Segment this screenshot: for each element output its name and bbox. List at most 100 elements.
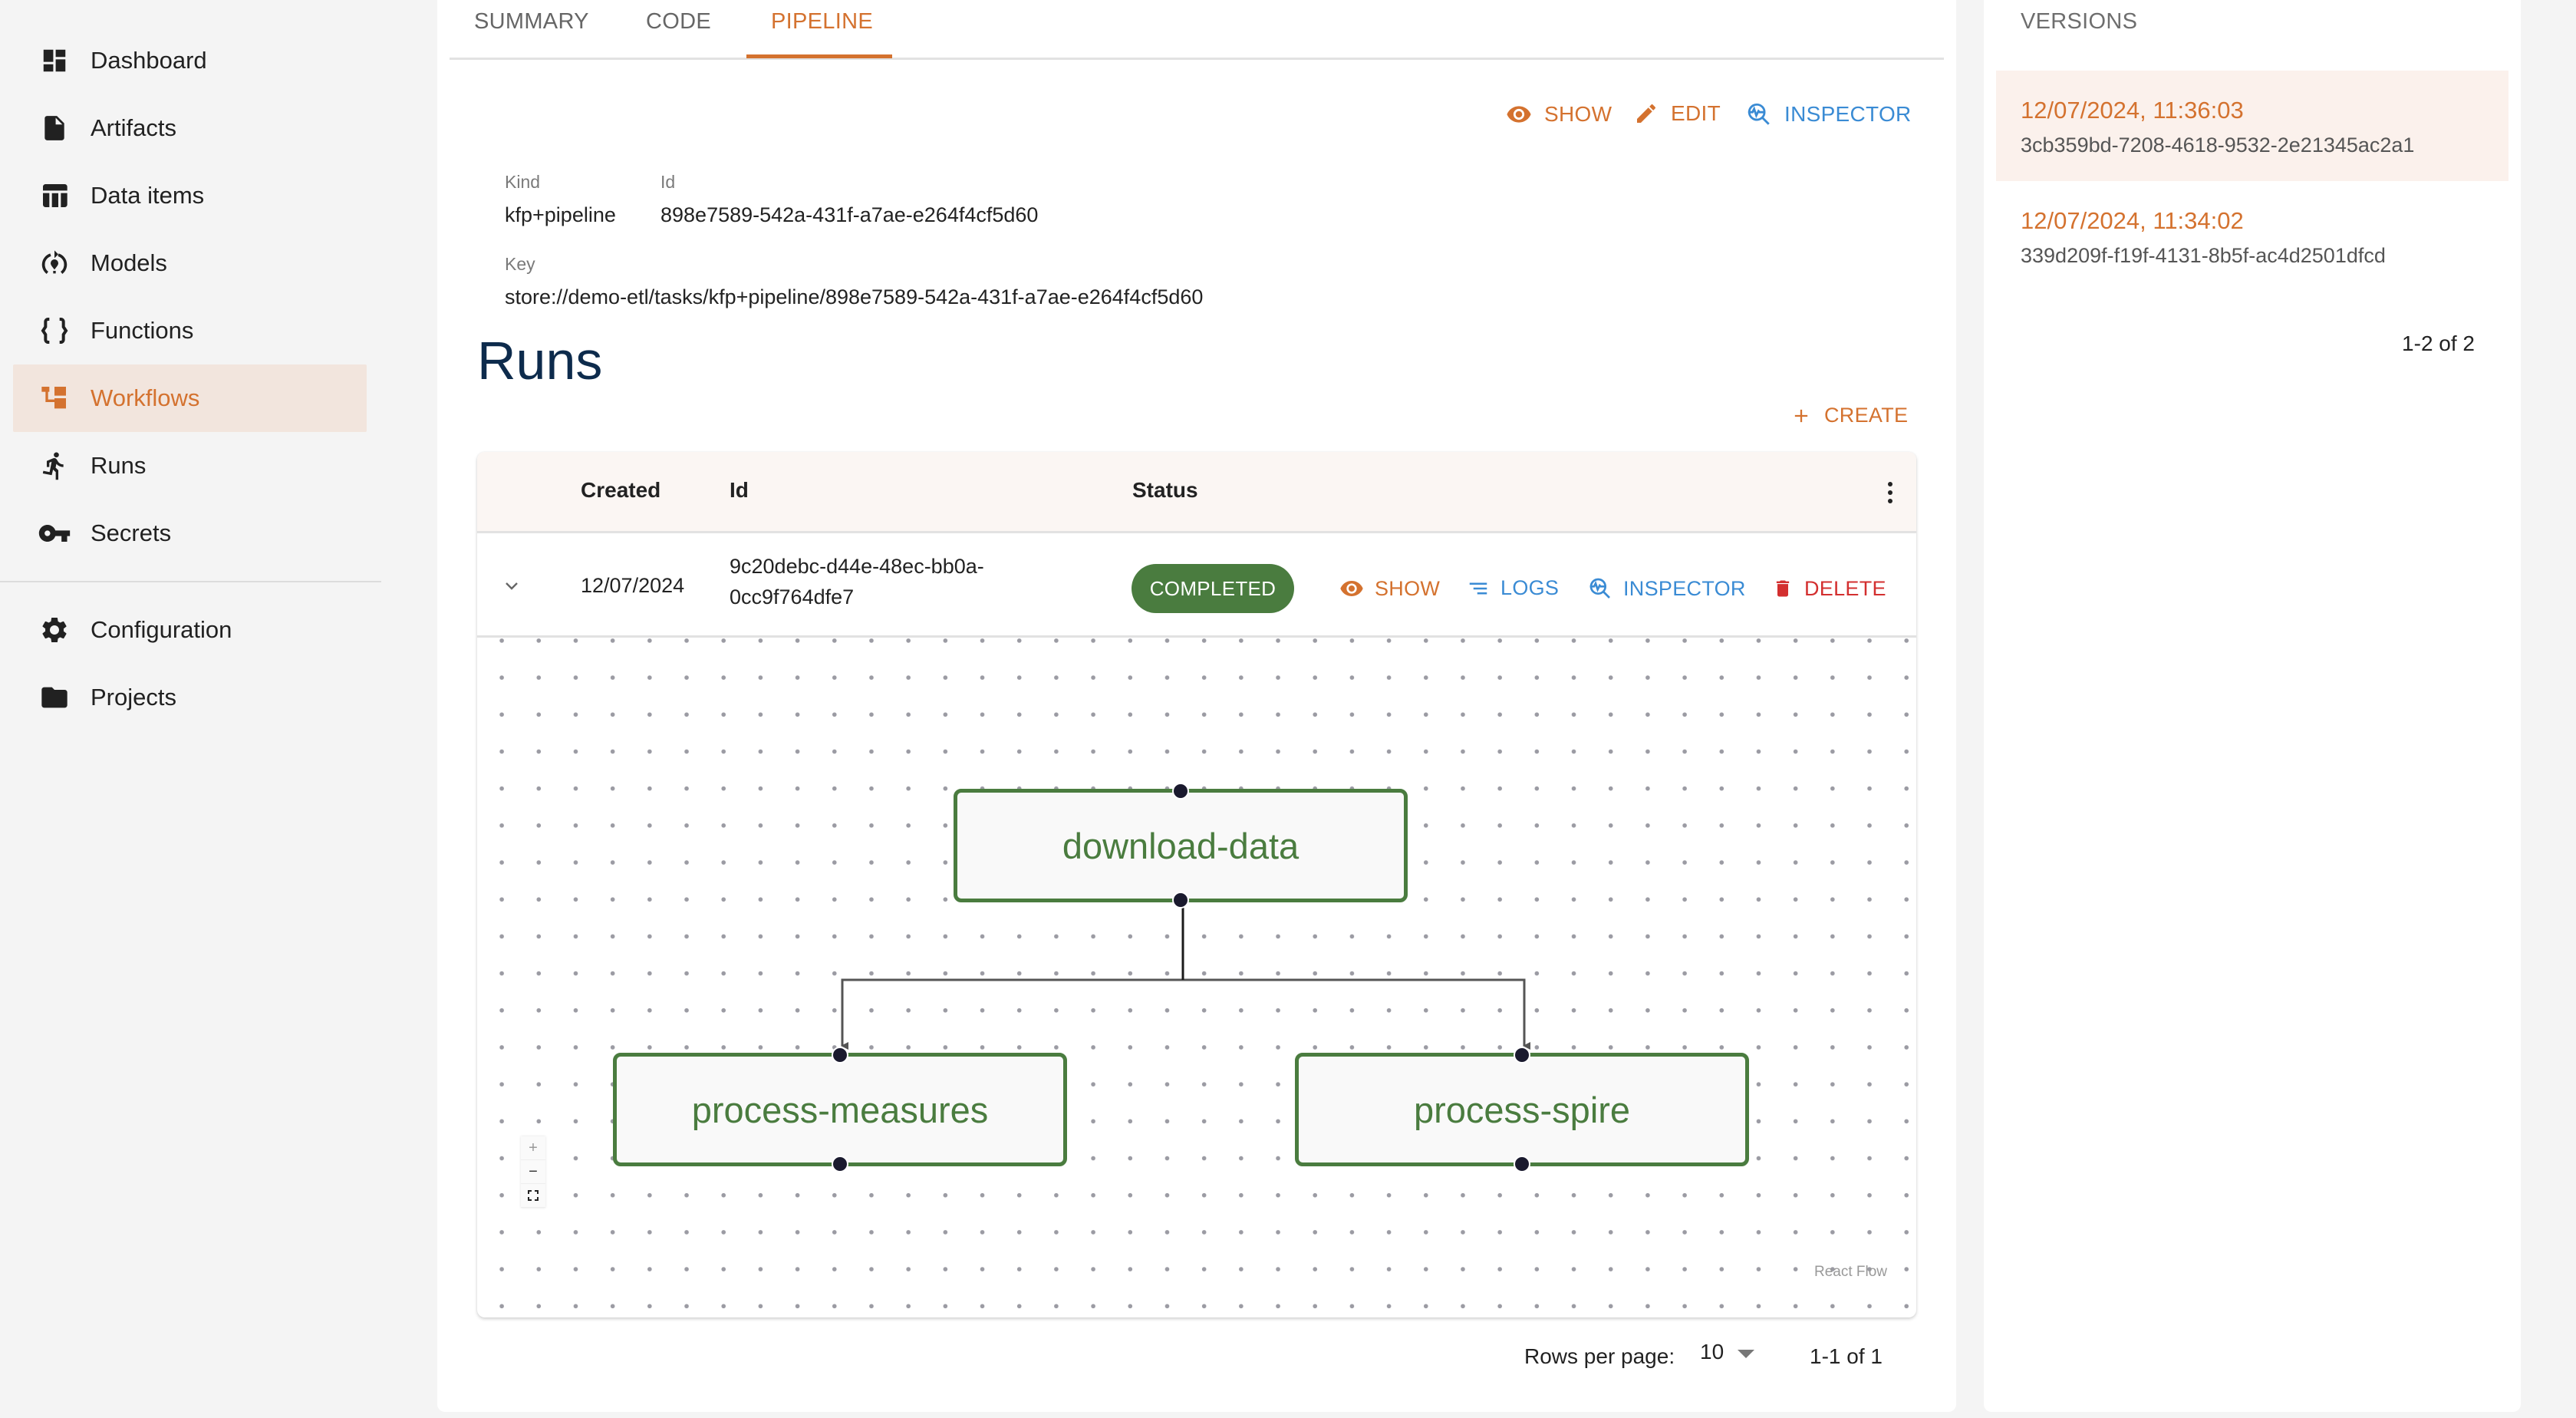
expand-row-chevron-icon[interactable] [502, 576, 521, 599]
version-date: 12/07/2024, 11:34:02 [2021, 207, 2244, 234]
key-label: Key [505, 254, 535, 274]
minus-icon: − [529, 1162, 538, 1180]
node-source-handle[interactable] [1514, 1156, 1530, 1172]
zoom-in-button[interactable]: + [521, 1136, 545, 1160]
edit-button[interactable]: EDIT [1634, 101, 1721, 126]
runs-title: Runs [477, 331, 603, 391]
active-tab-indicator [746, 54, 892, 58]
column-menu-icon[interactable] [1886, 480, 1895, 509]
sidebar-item-configuration[interactable]: Configuration [13, 596, 367, 664]
sidebar-item-runs[interactable]: Runs [13, 432, 367, 500]
sidebar-item-label: Workflows [91, 384, 200, 411]
inspector-icon [1589, 578, 1610, 599]
react-flow-attribution[interactable]: React Flow [1814, 1264, 1887, 1281]
run-id-line2: 0cc9f764dfe7 [730, 585, 855, 608]
node-label: process-measures [691, 1089, 989, 1130]
create-label: CREATE [1824, 404, 1909, 427]
run-logs-label: LOGS [1500, 576, 1560, 599]
trash-icon [1776, 580, 1790, 597]
run-inspector-button[interactable]: INSPECTOR [1588, 576, 1746, 601]
file-icon [38, 111, 71, 145]
sidebar-item-label: Projects [91, 684, 176, 711]
sidebar-item-secrets[interactable]: Secrets [13, 500, 367, 567]
version-item[interactable]: 12/07/2024, 11:34:02 339d209f-f19f-4131-… [1996, 181, 2508, 292]
tab-code[interactable]: CODE [646, 0, 711, 59]
versions-title: VERSIONS [2021, 9, 2138, 34]
table-row: 12/07/2024 9c20debc-d44e-48ec-bb0a- 0cc9… [477, 533, 1916, 638]
rows-per-page-label: Rows per page: [1524, 1344, 1675, 1368]
pipeline-node-process-measures[interactable]: process-measures [613, 1047, 1067, 1172]
logs-icon [1469, 582, 1487, 594]
run-show-label: SHOW [1375, 576, 1441, 600]
sidebar-item-label: Secrets [91, 519, 172, 546]
kind-label: Kind [505, 172, 541, 192]
run-show-button[interactable]: SHOW [1339, 576, 1440, 601]
inspector-button[interactable]: INSPECTOR [1746, 101, 1912, 127]
sidebar-item-models[interactable]: Models [13, 229, 367, 297]
fit-view-button[interactable] [521, 1184, 545, 1208]
sidebar-item-dashboard[interactable]: Dashboard [13, 27, 367, 94]
sidebar-item-label: Runs [91, 452, 147, 479]
sidebar-item-label: Models [91, 249, 167, 276]
node-source-handle[interactable] [1172, 892, 1189, 909]
node-target-handle[interactable] [832, 1047, 848, 1064]
rows-per-page-select[interactable]: 10 [1700, 1340, 1755, 1364]
id-value: 898e7589-542a-431f-a7ae-e264f4cf5d60 [660, 203, 1039, 226]
pipeline-node-download-data[interactable]: download-data [954, 783, 1408, 909]
node-target-handle[interactable] [1514, 1047, 1530, 1064]
pencil-icon [1637, 104, 1656, 123]
zoom-out-button[interactable]: − [521, 1160, 545, 1184]
workflow-detail-card: SUMMARY CODE PIPELINE SHOW EDIT INSPECTO… [437, 0, 1956, 1412]
sidebar-item-functions[interactable]: Functions [13, 297, 367, 364]
sidebar-item-label: Data items [91, 182, 205, 209]
versions-panel: VERSIONS 12/07/2024, 11:36:03 3cb359bd-7… [1984, 0, 2521, 1412]
column-header-created[interactable]: Created [581, 478, 660, 503]
sidebar-item-artifacts[interactable]: Artifacts [13, 94, 367, 162]
sidebar-item-projects[interactable]: Projects [13, 664, 367, 731]
dashboard-icon [38, 44, 71, 77]
sidebar-item-data-items[interactable]: Data items [13, 162, 367, 229]
pipeline-graph-canvas[interactable]: download-data process-measures process-s… [477, 638, 1916, 1317]
tab-pipeline[interactable]: PIPELINE [771, 0, 873, 59]
plus-icon: + [529, 1139, 538, 1156]
version-id: 3cb359bd-7208-4618-9532-2e21345ac2a1 [2021, 134, 2415, 157]
node-target-handle[interactable] [1172, 783, 1189, 800]
sidebar: Dashboard Artifacts Data items Models Fu… [0, 0, 381, 1418]
sidebar-item-label: Configuration [91, 616, 232, 643]
sidebar-item-workflows[interactable]: Workflows [13, 364, 367, 432]
gear-icon [38, 613, 71, 647]
key-value: store://demo-etl/tasks/kfp+pipeline/898e… [505, 285, 1204, 308]
flow-controls: + − [521, 1136, 545, 1208]
edit-label: EDIT [1671, 101, 1721, 125]
version-item[interactable]: 12/07/2024, 11:36:03 3cb359bd-7208-4618-… [1996, 71, 2508, 181]
run-delete-label: DELETE [1804, 576, 1886, 600]
pagination-range: 1-1 of 1 [1810, 1344, 1883, 1368]
id-label: Id [660, 172, 676, 192]
inspector-icon [1748, 103, 1770, 125]
column-header-id[interactable]: Id [730, 478, 749, 503]
model-icon [38, 246, 71, 280]
sidebar-item-label: Artifacts [91, 114, 176, 141]
version-id: 339d209f-f19f-4131-8b5f-ac4d2501dfcd [2021, 244, 2386, 267]
column-header-status[interactable]: Status [1132, 478, 1198, 503]
pipeline-node-process-spire[interactable]: process-spire [1295, 1047, 1749, 1172]
run-inspector-label: INSPECTOR [1623, 576, 1746, 600]
run-logs-button[interactable]: LOGS [1467, 576, 1559, 600]
run-delete-button[interactable]: DELETE [1772, 576, 1886, 601]
edge-download-data-to-process-measures [841, 906, 1184, 1050]
version-date: 12/07/2024, 11:36:03 [2021, 97, 2244, 124]
runs-table: Created Id Status 12/07/2024 9c20debc-d4… [477, 452, 1916, 1317]
node-source-handle[interactable] [832, 1156, 848, 1172]
create-run-button[interactable]: CREATE [1790, 404, 1908, 427]
tabs-divider [450, 58, 1944, 60]
folder-icon [38, 681, 71, 714]
key-icon [38, 516, 71, 550]
code-braces-icon [38, 314, 71, 348]
inspector-label: INSPECTOR [1784, 102, 1912, 126]
tab-summary[interactable]: SUMMARY [474, 0, 589, 59]
show-button[interactable]: SHOW [1506, 101, 1612, 127]
pipeline-edges [841, 906, 1530, 1050]
eye-icon [1340, 581, 1363, 596]
status-badge: COMPLETED [1132, 564, 1294, 613]
dropdown-arrow-icon [1738, 1350, 1755, 1358]
